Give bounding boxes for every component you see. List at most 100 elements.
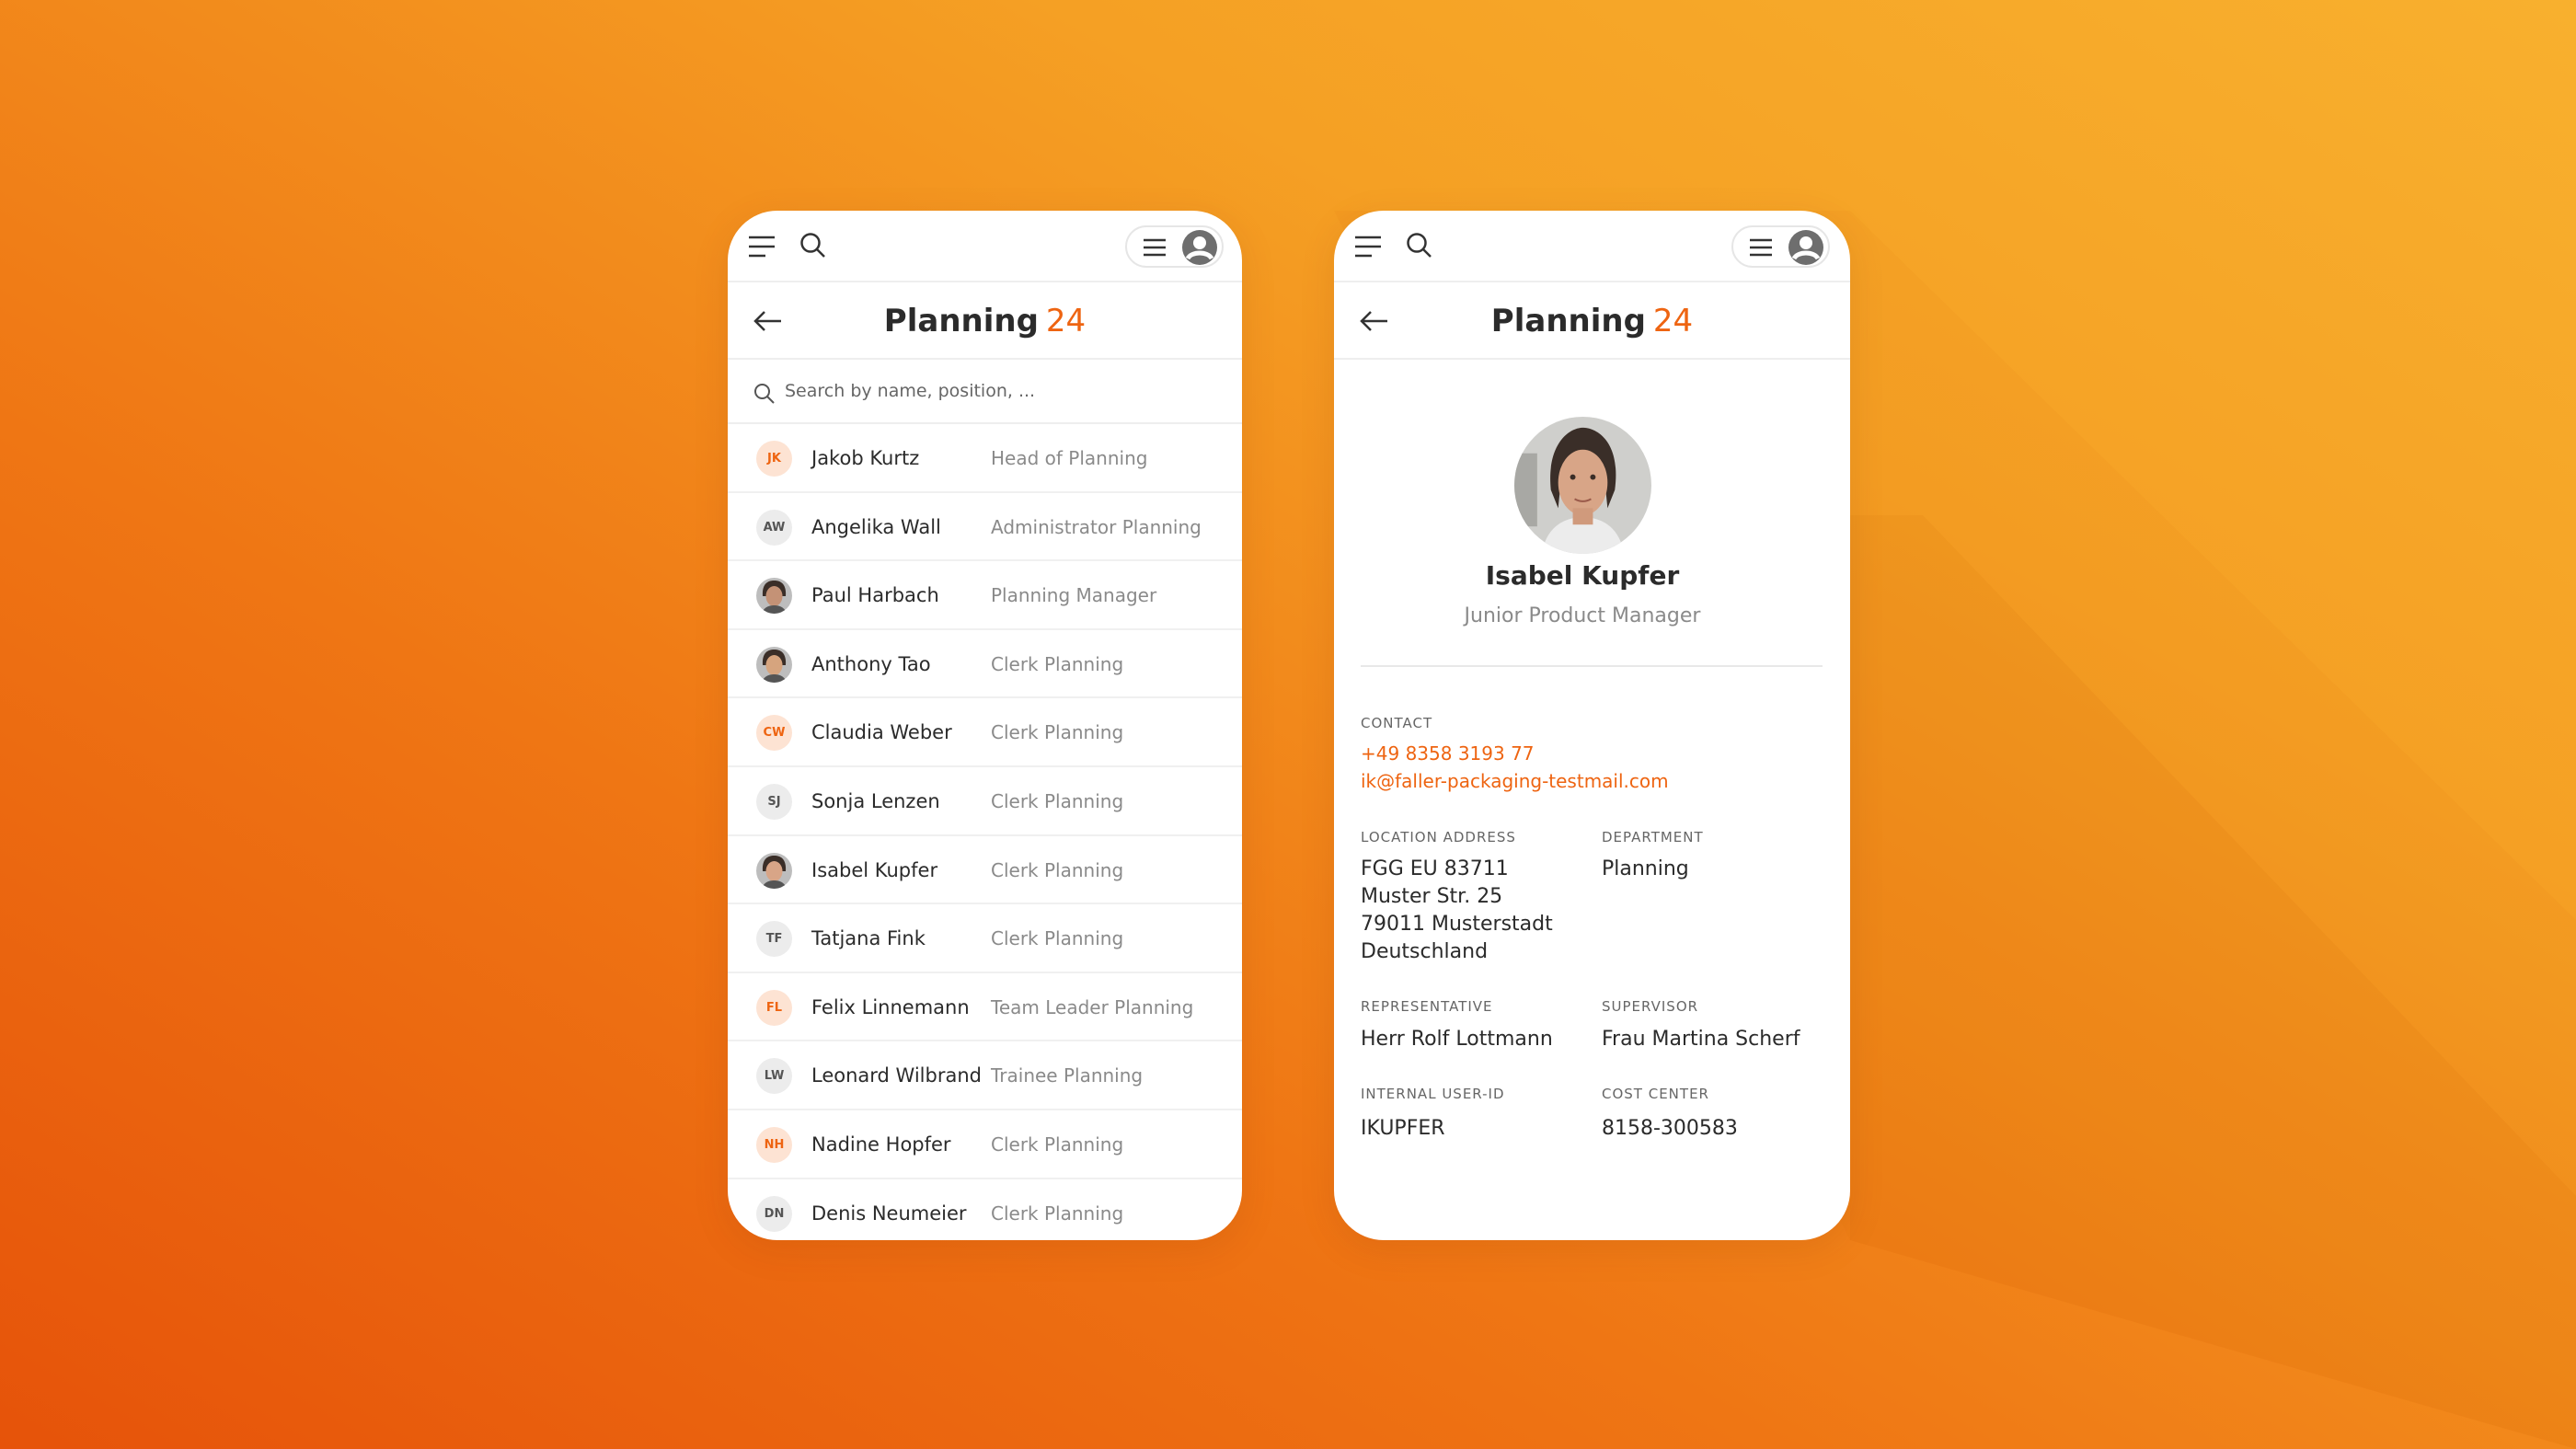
person-position: Administrator Planning (991, 515, 1202, 538)
list-item[interactable]: FL Felix Linnemann Team Leader Planning (728, 973, 1242, 1042)
title-text: Planning (883, 303, 1039, 339)
representative-label: REPRESENTATIVE (1361, 998, 1493, 1015)
list-item[interactable]: AW Angelika Wall Administrator Planning (728, 493, 1242, 562)
list-icon (1144, 238, 1166, 257)
account-menu-button[interactable] (1125, 225, 1224, 268)
address-line: Deutschland (1361, 940, 1489, 963)
list-item[interactable]: JK Jakob Kurtz Head of Planning (728, 424, 1242, 493)
person-name: Nadine Hopfer (811, 1133, 951, 1156)
count-badge: 24 (1652, 303, 1694, 339)
person-position: Clerk Planning (991, 790, 1124, 812)
profile-role: Junior Product Manager (1464, 604, 1701, 627)
person-position: Trainee Planning (991, 1064, 1144, 1087)
page-title: Planning 24 (728, 282, 1242, 360)
person-name: Sonja Lenzen (811, 790, 940, 812)
avatar-photo (762, 581, 787, 615)
user-id-label: INTERNAL USER-ID (1361, 1086, 1505, 1102)
person-position: Clerk Planning (991, 721, 1124, 744)
user-account-icon (1182, 230, 1217, 265)
avatar: NH (756, 1127, 792, 1163)
top-bar (728, 211, 1242, 282)
list-item[interactable]: DN Denis Neumeier Clerk Planning (728, 1179, 1242, 1240)
avatar: LW (756, 1058, 792, 1095)
person-name: Claudia Weber (811, 721, 952, 744)
avatar: CW (756, 715, 792, 752)
divider (1361, 665, 1823, 667)
list-item[interactable]: Isabel Kupfer Clerk Planning (728, 836, 1242, 905)
menu-icon[interactable] (748, 235, 776, 259)
profile-name: Isabel Kupfer (1485, 560, 1680, 591)
search-icon[interactable] (799, 232, 827, 259)
avatar-photo (762, 855, 787, 889)
list-item[interactable]: Paul Harbach Planning Manager (728, 561, 1242, 630)
person-position: Head of Planning (991, 447, 1148, 469)
top-bar (1334, 211, 1850, 282)
person-position: Clerk Planning (991, 652, 1124, 675)
search-icon (754, 384, 775, 404)
list-item[interactable]: CW Claudia Weber Clerk Planning (728, 698, 1242, 767)
person-name: Isabel Kupfer (811, 858, 938, 881)
title-text: Planning (1490, 303, 1646, 339)
avatar: FL (756, 989, 792, 1026)
list-item[interactable]: SJ Sonja Lenzen Clerk Planning (728, 767, 1242, 836)
department-value: Planning (1602, 857, 1689, 880)
avatar-photo (762, 649, 787, 683)
phone-link[interactable]: +49 8358 3193 77 (1361, 742, 1535, 765)
count-badge: 24 (1045, 303, 1087, 339)
person-name: Leonard Wilbrand (811, 1064, 982, 1087)
search-icon[interactable] (1406, 232, 1433, 259)
list-item[interactable]: LW Leonard Wilbrand Trainee Planning (728, 1041, 1242, 1110)
person-name: Angelika Wall (811, 515, 941, 538)
person-name: Felix Linnemann (811, 995, 970, 1018)
contact-label: CONTACT (1361, 715, 1433, 731)
phone-detail-screen: Planning 24 Isabel Kupfer Junior Product … (1334, 211, 1850, 1240)
person-position: Clerk Planning (991, 1133, 1124, 1156)
profile-photo (1514, 417, 1651, 554)
email-link[interactable]: ik@faller-packaging-testmail.com (1361, 770, 1669, 792)
avatar: DN (756, 1195, 792, 1232)
person-position: Clerk Planning (991, 858, 1124, 881)
avatar: AW (756, 509, 792, 546)
person-name: Anthony Tao (811, 652, 931, 675)
supervisor-value: Frau Martina Scherf (1602, 1028, 1800, 1051)
location-label: LOCATION ADDRESS (1361, 829, 1516, 845)
person-name: Denis Neumeier (811, 1202, 967, 1225)
page-header: Planning 24 (728, 282, 1242, 360)
account-menu-button[interactable] (1731, 225, 1830, 268)
person-position: Planning Manager (991, 584, 1157, 607)
cost-center-label: COST CENTER (1602, 1086, 1709, 1102)
address-line: Muster Str. 25 (1361, 885, 1503, 908)
phone-list-screen: Planning24 JK Jakob Kurtz Head of Planning… (728, 211, 1242, 1240)
page-header: Planning 24 (1334, 282, 1850, 360)
representative-value: Herr Rolf Lottmann (1361, 1028, 1553, 1051)
list-item[interactable]: Anthony Tao Clerk Planning (728, 630, 1242, 699)
person-position: Clerk Planning (991, 1202, 1124, 1225)
list-item[interactable]: NH Nadine Hopfer Clerk Planning (728, 1110, 1242, 1179)
menu-icon[interactable] (1354, 235, 1382, 259)
person-name: Jakob Kurtz (811, 447, 920, 469)
page-title: Planning 24 (1334, 282, 1850, 360)
user-account-icon (1788, 230, 1823, 265)
list-icon (1750, 238, 1772, 257)
person-name: Paul Harbach (811, 584, 939, 607)
background-shadow (1334, 211, 2576, 1449)
search-input[interactable] (785, 360, 1208, 422)
avatar: SJ (756, 784, 792, 820)
search-bar (728, 360, 1242, 424)
address-line: 79011 Musterstadt (1361, 913, 1553, 936)
department-label: DEPARTMENT (1602, 829, 1704, 845)
supervisor-label: SUPERVISOR (1602, 998, 1699, 1015)
person-position: Team Leader Planning (991, 995, 1194, 1018)
avatar (756, 852, 792, 889)
list-item[interactable]: TF Tatjana Fink Clerk Planning (728, 904, 1242, 973)
person-position: Clerk Planning (991, 927, 1124, 950)
address-line: FGG EU 83711 (1361, 857, 1509, 880)
avatar: TF (756, 921, 792, 958)
user-id-value: IKUPFER (1361, 1117, 1445, 1140)
avatar (756, 578, 792, 615)
person-name: Tatjana Fink (811, 927, 926, 950)
avatar: JK (756, 441, 792, 477)
avatar (756, 646, 792, 683)
cost-center-value: 8158-300583 (1602, 1117, 1738, 1140)
location-address: FGG EU 83711 Muster Str. 25 79011 Muster… (1361, 856, 1553, 966)
